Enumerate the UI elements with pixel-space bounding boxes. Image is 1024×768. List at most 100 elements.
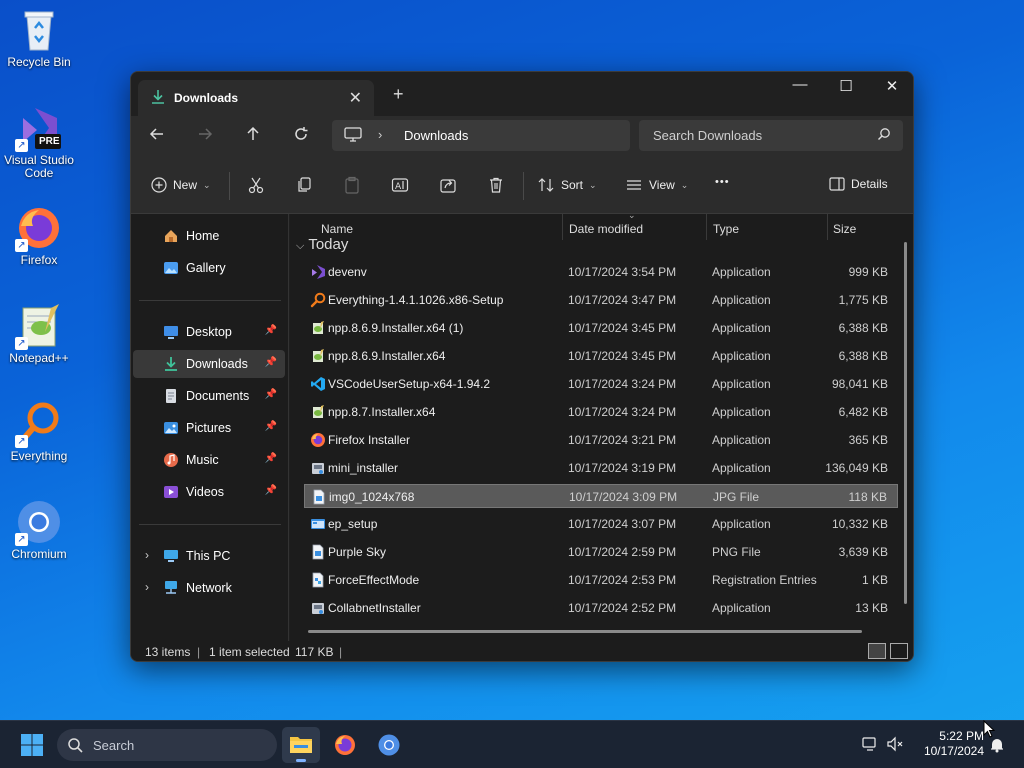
file-row[interactable]: npp.8.6.9.Installer.x64 (1) 10/17/2024 3:… (304, 316, 898, 340)
item-count: 13 items (145, 645, 191, 659)
file-row[interactable]: Everything-1.4.1.1026.x86-Setup 10/17/202… (304, 288, 898, 312)
breadcrumb-downloads[interactable]: Downloads (404, 128, 468, 143)
view-button[interactable]: View ⌄ (625, 177, 688, 193)
refresh-icon[interactable] (293, 126, 309, 147)
pin-icon[interactable]: 📌 (265, 325, 277, 336)
new-button[interactable]: New ⌄ (151, 177, 211, 193)
details-view-icon[interactable] (868, 643, 886, 659)
file-row[interactable]: ep_setup 10/17/2024 3:07 PM Application 10,… (304, 512, 898, 536)
column-divider[interactable] (562, 214, 563, 240)
new-tab-button[interactable]: + (393, 84, 404, 105)
file-row[interactable]: mini_installer 10/17/2024 3:19 PM Applicat… (304, 456, 898, 480)
sidebar-item-home[interactable]: Home (133, 222, 285, 250)
up-arrow-icon[interactable] (245, 126, 261, 147)
forward-arrow-icon[interactable] (197, 126, 213, 147)
file-row[interactable]: devenv 10/17/2024 3:54 PM Application 999 K… (304, 260, 898, 284)
column-header-size[interactable]: Size (833, 222, 856, 236)
desktop-icon-everything[interactable]: ↗ Everything (2, 400, 76, 463)
taskbar-chromium[interactable] (370, 727, 408, 763)
tab-title: Downloads (174, 91, 239, 105)
file-row[interactable]: VSCodeUserSetup-x64-1.94.2 10/17/2024 3:2… (304, 372, 898, 396)
toolbar-divider (229, 172, 230, 200)
sidebar-item-label: Desktop (186, 325, 232, 339)
pin-icon[interactable]: 📌 (265, 421, 277, 432)
taskbar-firefox[interactable] (326, 727, 364, 763)
back-arrow-icon[interactable] (149, 126, 165, 147)
file-row[interactable]: img0_1024x768 10/17/2024 3:09 PM JPG File 1… (304, 484, 898, 508)
windows-start-icon[interactable] (20, 733, 44, 757)
taskbar-file-explorer[interactable] (282, 727, 320, 763)
tab-close-icon[interactable]: ✕ (349, 88, 362, 108)
visual-studio-icon (310, 264, 326, 280)
desktop-icon-notepadpp[interactable]: ↗ Notepad++ (2, 302, 76, 365)
paste-icon[interactable] (343, 176, 361, 197)
delete-icon[interactable] (487, 176, 505, 197)
tab-downloads[interactable]: Downloads ✕ (138, 80, 374, 116)
chevron-down-icon: ⌄ (680, 179, 689, 190)
sort-button[interactable]: Sort ⌄ (537, 177, 597, 193)
everything-icon: ↗ (15, 400, 63, 448)
file-type: Application (712, 461, 771, 475)
sidebar-item-network[interactable]: › Network (133, 574, 285, 602)
desktop-icon-recycle-bin[interactable]: Recycle Bin (2, 6, 76, 69)
details-pane-button[interactable]: Details (829, 177, 888, 191)
close-button[interactable]: ✕ (869, 77, 913, 95)
desktop-icon-chromium[interactable]: ↗ Chromium (2, 498, 76, 561)
sidebar-item-desktop[interactable]: Desktop 📌 (133, 318, 285, 346)
sidebar-item-downloads[interactable]: Downloads 📌 (133, 350, 285, 378)
chevron-right-icon[interactable]: › (378, 127, 382, 142)
column-header-type[interactable]: Type (713, 222, 739, 236)
new-label: New (173, 178, 198, 192)
sidebar-item-pictures[interactable]: Pictures 📌 (133, 414, 285, 442)
pin-icon[interactable]: 📌 (265, 389, 277, 400)
network-tray-icon[interactable] (862, 736, 878, 755)
sidebar-item-documents[interactable]: Documents 📌 (133, 382, 285, 410)
sidebar-item-this-pc[interactable]: › This PC (133, 542, 285, 570)
file-size: 136,049 KB (825, 461, 888, 475)
sidebar-item-music[interactable]: Music 📌 (133, 446, 285, 474)
file-row[interactable]: Purple Sky 10/17/2024 2:59 PM PNG File 3,63… (304, 540, 898, 564)
taskbar-search-input[interactable]: Search (57, 729, 277, 761)
more-options-button[interactable]: ••• (715, 176, 730, 188)
pin-icon[interactable]: 📌 (265, 357, 277, 368)
copy-icon[interactable] (295, 176, 313, 197)
sidebar-item-label: Downloads (186, 357, 248, 371)
plus-circle-icon (151, 177, 167, 193)
column-divider[interactable] (827, 214, 828, 240)
address-bar[interactable]: › Downloads (332, 120, 630, 151)
sidebar-item-gallery[interactable]: Gallery (133, 254, 285, 282)
desktop-icon-visual-studio[interactable]: PRE ↗ Visual Studio Code (2, 104, 76, 180)
file-row[interactable]: CollabnetInstaller 10/17/2024 2:52 PM Appl… (304, 596, 898, 620)
column-divider[interactable] (706, 214, 707, 240)
sidebar-item-videos[interactable]: Videos 📌 (133, 478, 285, 506)
column-header-name[interactable]: Name (321, 222, 353, 236)
maximize-button[interactable]: ☐ (823, 77, 869, 95)
cut-icon[interactable] (247, 176, 265, 197)
chevron-right-icon[interactable]: › (145, 580, 149, 594)
file-row[interactable]: npp.8.7.Installer.x64 10/17/2024 3:24 PM A… (304, 400, 898, 424)
file-size: 118 KB (848, 490, 887, 504)
pin-icon[interactable]: 📌 (265, 485, 277, 496)
search-input[interactable]: Search Downloads (639, 120, 903, 151)
file-row[interactable]: ForceEffectMode 10/17/2024 2:53 PM Registr… (304, 568, 898, 592)
desktop-icon-firefox[interactable]: ↗ Firefox (2, 204, 76, 267)
pin-icon[interactable]: 📌 (265, 453, 277, 464)
file-name: npp.8.7.Installer.x64 (328, 405, 436, 419)
minimize-button[interactable]: — (777, 76, 823, 93)
group-header-today[interactable]: ⌵ Today (296, 236, 348, 253)
tiles-view-icon[interactable] (890, 643, 908, 659)
app-window-icon (310, 516, 326, 532)
file-type: Application (712, 405, 771, 419)
file-row[interactable]: npp.8.6.9.Installer.x64 10/17/2024 3:45 P… (304, 344, 898, 368)
volume-muted-icon[interactable] (886, 736, 904, 755)
system-clock[interactable]: 5:22 PM 10/17/2024 (914, 729, 984, 759)
rename-icon[interactable]: A (391, 176, 409, 197)
horizontal-scrollbar[interactable] (308, 630, 862, 633)
file-row[interactable]: Firefox Installer 10/17/2024 3:21 PM Appli… (304, 428, 898, 452)
vertical-scrollbar[interactable] (904, 242, 907, 604)
file-type: Application (712, 321, 771, 335)
chevron-right-icon[interactable]: › (145, 548, 149, 562)
share-icon[interactable] (439, 176, 457, 197)
file-type: Application (712, 517, 771, 531)
column-header-date[interactable]: Date modified (569, 222, 643, 236)
